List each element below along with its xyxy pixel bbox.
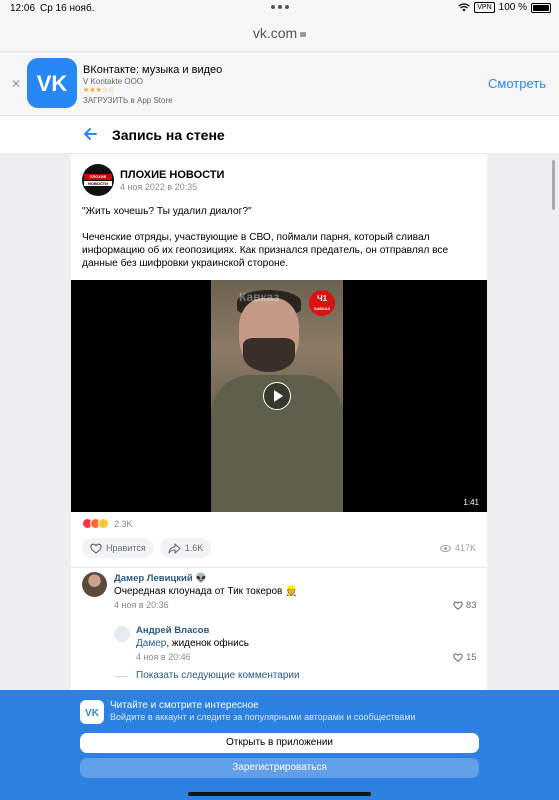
status-time: 12:06: [10, 3, 36, 14]
browser-url-bar[interactable]: vk.com: [0, 18, 559, 52]
reply-mention[interactable]: Дамер: [136, 638, 166, 649]
show-more-comments-link[interactable]: Показать следующие комментарии: [136, 670, 300, 681]
app-store-banner: ✕ VK ВКонтакте: музыка и видео V Kontakt…: [0, 52, 559, 116]
vk-logo-icon: VK: [27, 58, 77, 108]
view-app-button[interactable]: Смотреть: [488, 76, 546, 91]
channel-badge-icon: Ч1 КАВКАЗ: [309, 290, 335, 316]
like-label: Нравится: [106, 543, 146, 553]
multitasking-dots-icon[interactable]: [271, 5, 289, 9]
play-button[interactable]: [263, 382, 291, 410]
open-in-app-button[interactable]: Открыть в приложении: [80, 733, 479, 753]
post-body: Чеченские отряды, участвующие в СВО, пой…: [82, 232, 449, 269]
views-count: 417K: [454, 543, 476, 553]
share-button[interactable]: 1.6K: [159, 538, 212, 558]
heart-icon: [90, 543, 102, 554]
commenter-name[interactable]: Дамер Левицкий 👽: [114, 573, 207, 584]
scrollbar[interactable]: [552, 160, 555, 210]
video-duration: 1:41: [463, 498, 479, 507]
comment-date[interactable]: 4 ноя в 20:46: [136, 652, 191, 662]
share-arrow-icon: [168, 542, 181, 554]
comment-like-count: 83: [466, 600, 477, 611]
share-count: 1.6K: [184, 543, 204, 553]
commenter-avatar[interactable]: [82, 572, 107, 597]
reactions-summary[interactable]: 2.3K: [82, 518, 133, 529]
reactions-count: 2.3K: [114, 518, 133, 529]
wifi-icon: [458, 3, 470, 12]
comment-text: Очередная клоунада от Тик токеров 👷: [114, 586, 298, 597]
url-field[interactable]: vk.com: [0, 25, 559, 41]
heart-icon: [453, 653, 463, 662]
url-text: vk.com: [252, 25, 298, 41]
post-date[interactable]: 4 ноя 2022 в 20:35: [120, 182, 197, 192]
avatar-text-bottom: НОВОСТИ: [84, 181, 112, 186]
close-icon[interactable]: ✕: [11, 77, 21, 91]
avatar-text-top: ПЛОХИЕ: [84, 174, 112, 180]
comment-like-count: 15: [466, 652, 477, 663]
post-actions: Нравится 1.6K: [82, 538, 212, 558]
promo-subheading: Войдите в аккаунт и следите за популярны…: [110, 712, 416, 722]
app-developer: V Kontakte OOO: [83, 77, 144, 86]
commenter-avatar[interactable]: [114, 626, 130, 642]
post-text: "Жить хочешь? Ты удалил диалог?" Чеченск…: [82, 205, 478, 283]
comment-like-button[interactable]: 83: [453, 600, 477, 611]
register-button[interactable]: Зарегистрироваться: [80, 758, 479, 778]
comment-date[interactable]: 4 ноя в 20:36: [114, 600, 169, 610]
eye-icon: [439, 544, 451, 552]
app-rating-stars: ★★★☆☆: [83, 87, 115, 94]
like-button[interactable]: Нравится: [82, 538, 154, 558]
heart-icon: [453, 601, 463, 610]
status-date: Ср 16 нояб.: [40, 3, 95, 14]
comment-like-button[interactable]: 15: [453, 652, 477, 663]
post-quote: "Жить хочешь? Ты удалил диалог?": [82, 206, 252, 217]
comment-text: Дамер, жиденок офнись: [136, 638, 249, 649]
lock-icon: [300, 32, 307, 37]
app-name: ВКонтакте: музыка и видео: [83, 64, 223, 76]
home-indicator[interactable]: [188, 792, 371, 796]
vk-logo-icon: VK: [80, 700, 104, 724]
views-counter: 417K: [439, 543, 476, 553]
status-bar: 12:06 Ср 16 нояб. VPN 100 %: [0, 0, 559, 18]
battery-percent: 100 %: [498, 2, 527, 13]
wall-post: ПЛОХИЕ НОВОСТИ ПЛОХИЕ НОВОСТИ 4 ноя 2022…: [71, 154, 487, 690]
divider: [116, 676, 128, 677]
svg-text:VK: VK: [37, 71, 68, 96]
divider: [71, 567, 487, 568]
svg-text:VK: VK: [85, 708, 100, 719]
vpn-badge: VPN: [474, 2, 495, 13]
post-author[interactable]: ПЛОХИЕ НОВОСТИ: [120, 169, 224, 181]
video-watermark: Кавказ: [239, 290, 280, 304]
status-right: VPN 100 %: [458, 2, 551, 13]
battery-icon: [531, 2, 551, 13]
app-store-label: ЗАГРУЗИТЬ в App Store: [83, 96, 173, 105]
back-arrow-icon[interactable]: [82, 126, 98, 142]
commenter-name[interactable]: Андрей Власов: [136, 625, 209, 636]
app-promo-overlay: VK Читайте и смотрите интересное Войдите…: [0, 690, 559, 800]
page-title: Запись на стене: [112, 127, 225, 143]
page-header: Запись на стене: [0, 116, 559, 154]
promo-heading: Читайте и смотрите интересное: [110, 700, 259, 711]
reply-text: , жиденок офнись: [166, 638, 249, 649]
laugh-reaction-icon: [98, 518, 109, 529]
group-avatar[interactable]: ПЛОХИЕ НОВОСТИ: [82, 164, 114, 196]
video-player[interactable]: Кавказ Ч1 КАВКАЗ 1:41: [71, 280, 487, 512]
